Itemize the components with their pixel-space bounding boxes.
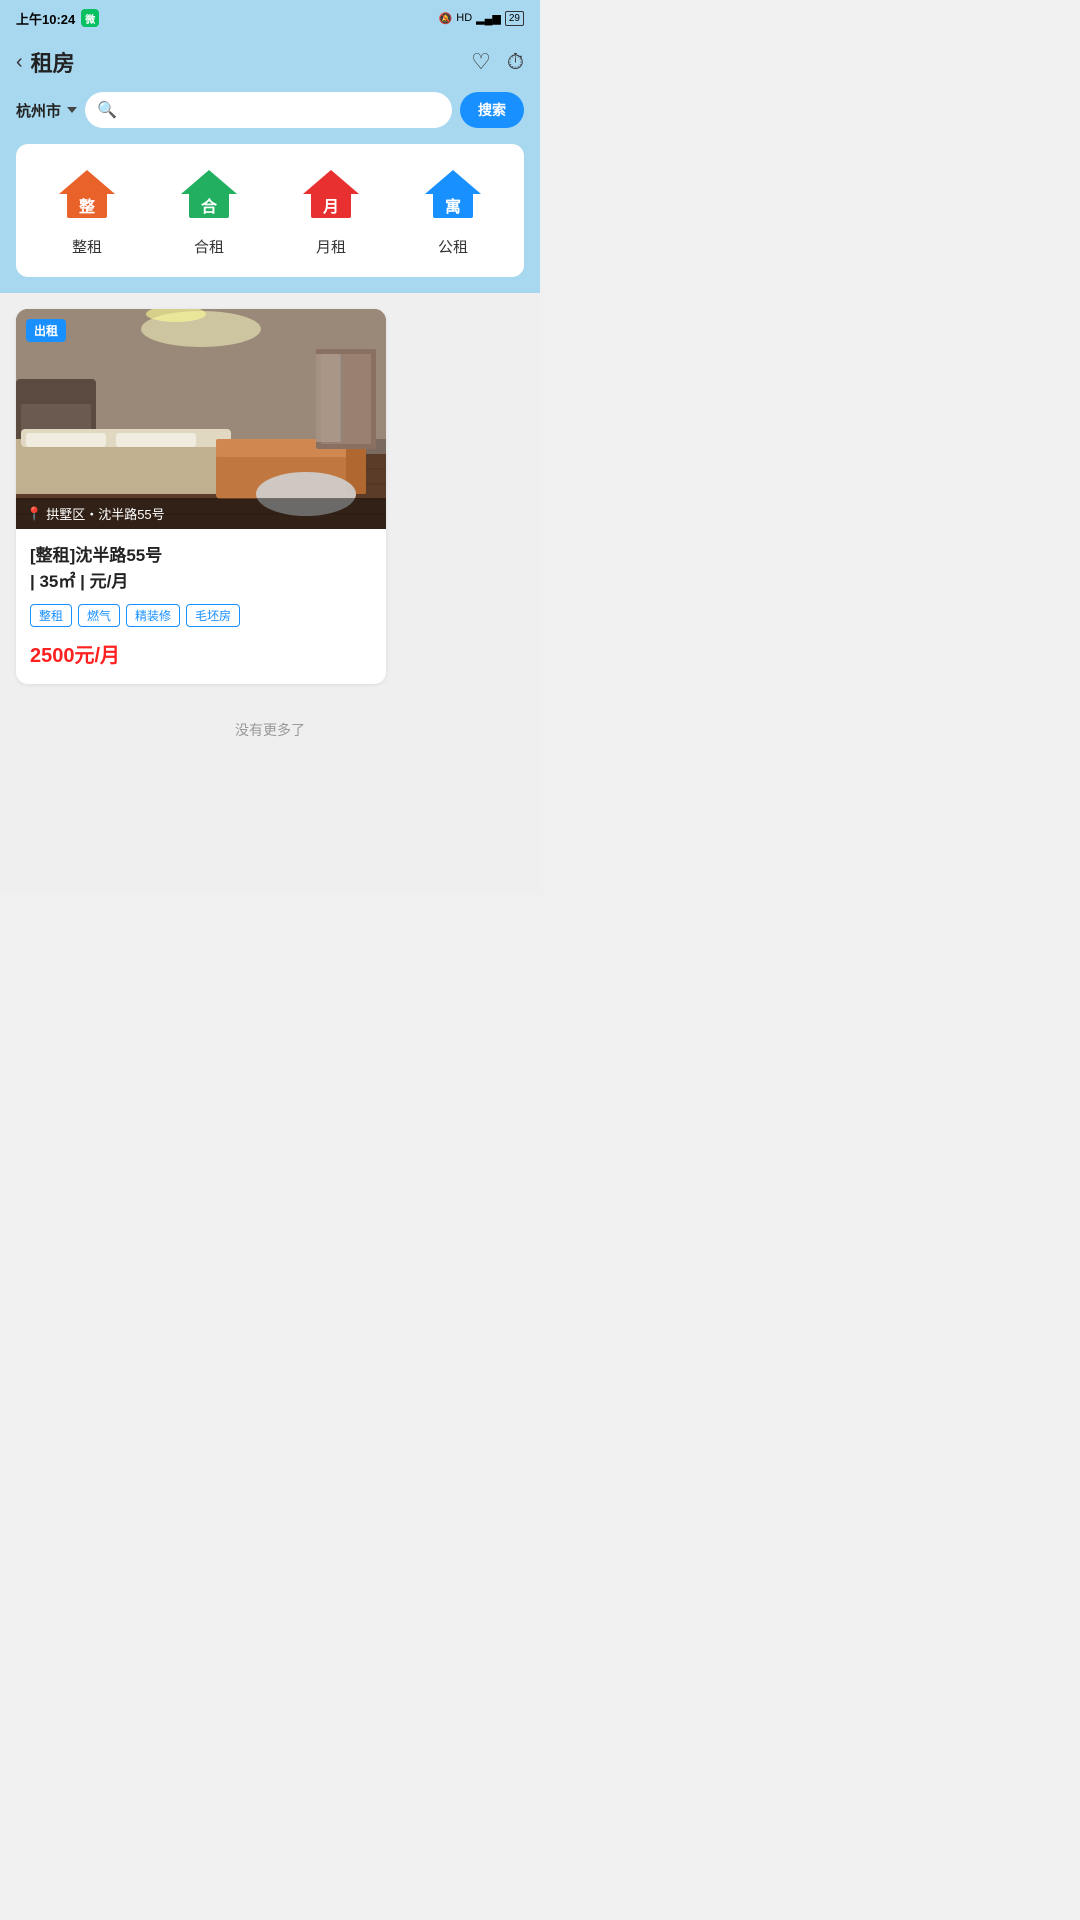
yuezu-house-icon: 月: [301, 166, 361, 226]
hezu-label: 合租: [194, 236, 224, 257]
listing-section: 出租 📍 拱墅区・沈半路55号 [整租]沈半路55号 | 35㎡ | 元/月 整…: [0, 293, 540, 700]
city-selector[interactable]: 杭州市: [16, 100, 77, 121]
svg-text:整: 整: [78, 197, 95, 216]
header-left: ‹ 租房: [16, 46, 75, 78]
category-yuezu[interactable]: 月 月租: [299, 164, 363, 257]
search-bar: 杭州市 🔍 搜索: [0, 92, 540, 144]
category-hezu[interactable]: 合 合租: [177, 164, 241, 257]
header-right: ♡ ⏱: [471, 49, 524, 75]
wechat-icon: 微: [81, 9, 99, 27]
svg-text:寓: 寓: [445, 197, 461, 216]
gongzu-label: 公租: [438, 236, 468, 257]
zhengzu-icon-wrap: 整: [55, 164, 119, 228]
wifi-icon: ▂▄▆: [476, 12, 501, 25]
location-bar: 📍 拱墅区・沈半路55号: [16, 498, 386, 529]
gongzu-house-icon: 寓: [423, 166, 483, 226]
status-time-area: 上午10:24 微: [16, 9, 99, 28]
listing-title-line2: | 35㎡ | 元/月: [30, 572, 128, 591]
time-display: 上午10:24: [16, 9, 75, 28]
listing-card[interactable]: 出租 📍 拱墅区・沈半路55号 [整租]沈半路55号 | 35㎡ | 元/月 整…: [16, 309, 386, 684]
listing-price: 2500元/月: [30, 639, 372, 668]
listing-title: [整租]沈半路55号 | 35㎡ | 元/月: [30, 543, 372, 594]
room-scene: [16, 309, 386, 529]
location-pin-icon: 📍: [26, 506, 42, 522]
signal-icon: HD: [456, 12, 472, 24]
search-icon: 🔍: [97, 100, 117, 120]
listing-area: 出租 📍 拱墅区・沈半路55号 [整租]沈半路55号 | 35㎡ | 元/月 整…: [0, 293, 540, 893]
category-gongzu[interactable]: 寓 公租: [421, 164, 485, 257]
history-icon[interactable]: ⏱: [507, 49, 524, 75]
search-button[interactable]: 搜索: [460, 92, 524, 128]
city-name: 杭州市: [16, 100, 61, 121]
mute-icon: 🔕: [439, 12, 453, 25]
category-section: 整 整租 合 合租 月 月租: [16, 144, 524, 277]
tag-zhengzu: 整租: [30, 604, 72, 627]
yuezu-icon-wrap: 月: [299, 164, 363, 228]
svg-text:合: 合: [201, 197, 218, 216]
zhengzu-label: 整租: [72, 236, 102, 257]
no-more-text: 没有更多了: [0, 700, 540, 770]
city-dropdown-arrow: [67, 107, 77, 113]
tag-jingzhuangxiu: 精装修: [126, 604, 180, 627]
yuezu-label: 月租: [316, 236, 346, 257]
for-rent-badge: 出租: [26, 319, 66, 342]
favorite-icon[interactable]: ♡: [471, 49, 491, 75]
page-title: 租房: [31, 46, 75, 78]
listing-location: 拱墅区・沈半路55号: [46, 504, 164, 523]
battery-icon: 29: [505, 12, 524, 24]
tag-maopifang: 毛坯房: [186, 604, 240, 627]
listing-title-line1: [整租]沈半路55号: [30, 546, 162, 565]
listing-tags: 整租 燃气 精装修 毛坯房: [30, 604, 372, 627]
tag-ranqi: 燃气: [78, 604, 120, 627]
search-input-wrap: 🔍: [85, 92, 452, 128]
back-button[interactable]: ‹: [16, 51, 23, 74]
hezu-house-icon: 合: [179, 166, 239, 226]
listing-image-wrap: 出租 📍 拱墅区・沈半路55号: [16, 309, 386, 529]
search-input[interactable]: [125, 102, 440, 118]
status-icons: 🔕 HD ▂▄▆ 29: [439, 12, 524, 25]
room-photo-svg: [16, 309, 386, 529]
status-bar: 上午10:24 微 🔕 HD ▂▄▆ 29: [0, 0, 540, 36]
category-zhengzu[interactable]: 整 整租: [55, 164, 119, 257]
hezu-icon-wrap: 合: [177, 164, 241, 228]
svg-text:月: 月: [322, 198, 339, 216]
zhengzu-house-icon: 整: [57, 166, 117, 226]
gongzu-icon-wrap: 寓: [421, 164, 485, 228]
listing-info: [整租]沈半路55号 | 35㎡ | 元/月 整租 燃气 精装修 毛坯房 250…: [16, 529, 386, 684]
header: ‹ 租房 ♡ ⏱: [0, 36, 540, 92]
